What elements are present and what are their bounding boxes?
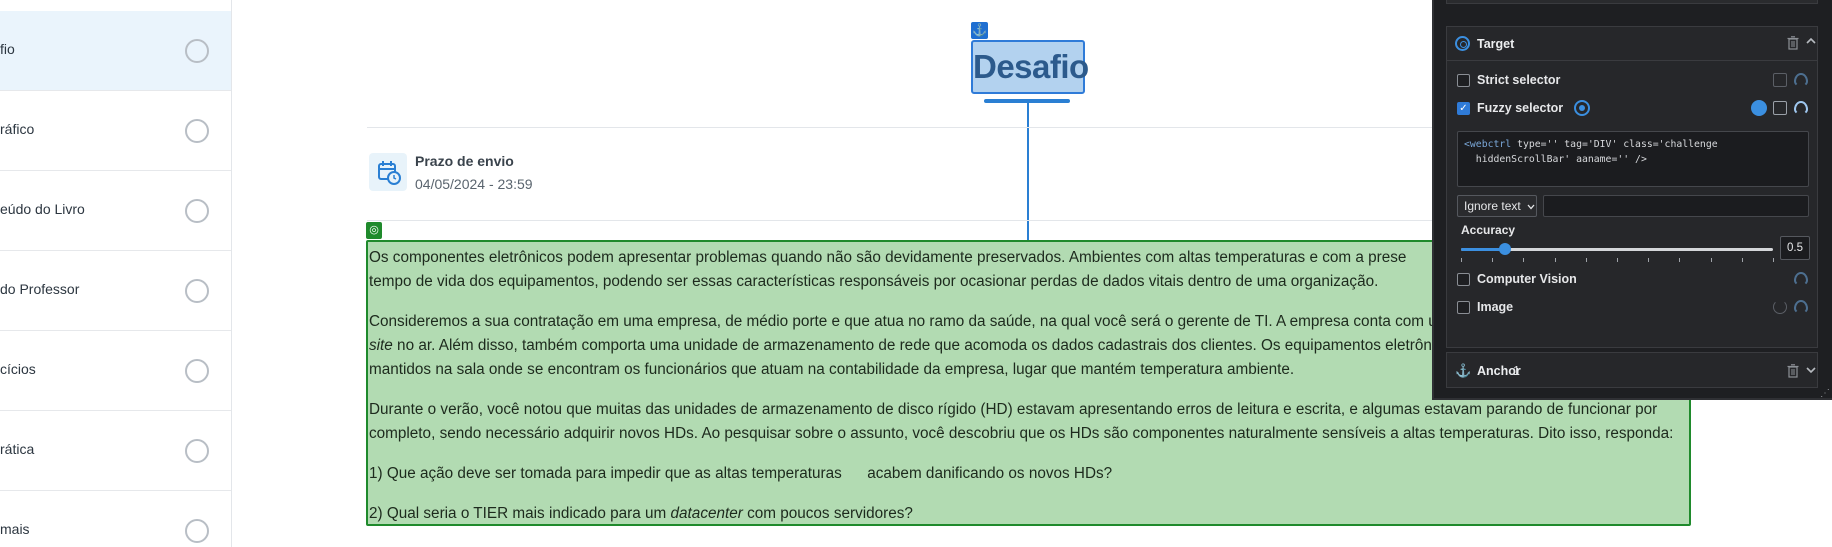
progress-circle-icon (185, 359, 209, 383)
anchor-count: 1 (1513, 364, 1520, 378)
grid-icon[interactable] (1751, 100, 1767, 116)
fuzzy-selector-row: ✓ Fuzzy selector (1457, 98, 1809, 120)
lesson-sidebar: fio ráfico eúdo do Livro do Professor cí… (0, 0, 232, 547)
copy-icon[interactable] (1773, 73, 1787, 87)
progress-circle-icon (185, 39, 209, 63)
computer-vision-label: Computer Vision (1477, 272, 1577, 286)
divider (367, 220, 1435, 221)
progress-circle-icon (185, 119, 209, 143)
sidebar-item-label: mais (0, 521, 30, 537)
copy-icon[interactable] (1773, 101, 1787, 115)
accuracy-ticks (1461, 258, 1774, 263)
challenge-question: 1) Que ação deve ser tomada para impedir… (369, 465, 1113, 482)
resize-grip-icon[interactable]: ⋰ (1820, 388, 1830, 399)
progress-circle-icon (185, 199, 209, 223)
page-title: Desafio (973, 48, 1089, 85)
previous-section (1446, 0, 1818, 4)
eye-icon[interactable] (1794, 272, 1808, 286)
deadline-value: 04/05/2024 - 23:59 (415, 176, 533, 192)
deadline-label: Prazo de envio (415, 153, 514, 169)
slider-tick (1461, 258, 1462, 262)
target-icon[interactable] (1574, 100, 1590, 116)
target-marker-icon: ◎ (366, 222, 382, 239)
ignore-text-dropdown[interactable]: Ignore text (1457, 195, 1537, 217)
anchor-section[interactable]: ⚓ Anchor 1 (1446, 352, 1818, 388)
trash-icon[interactable] (1787, 364, 1799, 378)
sidebar-item-label: ráfico (0, 121, 35, 137)
target-section-header[interactable]: Target (1447, 27, 1817, 61)
anchor-highlight[interactable]: Desafio (971, 40, 1089, 94)
anchor-icon: ⚓ (1455, 363, 1472, 378)
strict-selector-label: Strict selector (1477, 73, 1561, 87)
challenge-paragraph: Durante o verão, você notou que muitas d… (369, 401, 1674, 442)
slider-tick (1648, 258, 1650, 262)
accuracy-label: Accuracy (1461, 223, 1516, 237)
sidebar-item-label: fio (0, 41, 15, 57)
selector-inspector-panel: Target Strict selector ✓ Fuzzy selector (1432, 0, 1832, 400)
eye-icon[interactable] (1794, 300, 1808, 314)
slider-tick (1492, 258, 1494, 262)
fuzzy-selector-label: Fuzzy selector (1477, 101, 1564, 115)
refresh-icon[interactable] (1773, 300, 1787, 314)
sidebar-item-conteudo-livro[interactable]: eúdo do Livro (0, 171, 231, 251)
slider-tick (1710, 258, 1712, 262)
chevron-up-icon[interactable] (1805, 35, 1817, 50)
slider-tick (1679, 258, 1681, 262)
eye-icon[interactable] (1794, 73, 1808, 87)
eye-icon[interactable] (1794, 101, 1808, 115)
section-title: Target (1477, 37, 1515, 51)
calendar-clock-icon (369, 153, 407, 191)
sidebar-item-na-pratica[interactable]: rática (0, 411, 231, 491)
sidebar-item-infografico[interactable]: ráfico (0, 91, 231, 171)
target-section: Target Strict selector ✓ Fuzzy selector (1446, 26, 1818, 348)
sidebar-item-label: do Professor (0, 281, 80, 297)
fuzzy-selector-checkbox[interactable]: ✓ (1457, 102, 1470, 115)
trash-icon[interactable] (1787, 36, 1799, 50)
accuracy-slider-handle[interactable] (1498, 243, 1511, 255)
slider-tick (1554, 258, 1556, 262)
strict-selector-row: Strict selector (1457, 70, 1809, 92)
computer-vision-row: Computer Vision (1457, 269, 1809, 291)
slider-tick (1523, 258, 1525, 262)
strict-selector-checkbox[interactable] (1457, 74, 1470, 87)
anchor-marker-icon: ⚓ (971, 22, 988, 39)
chevron-down-icon (1527, 204, 1535, 210)
image-label: Image (1477, 300, 1514, 314)
slider-tick (1617, 258, 1618, 262)
image-checkbox[interactable] (1457, 301, 1470, 314)
sidebar-item-label: eúdo do Livro (0, 201, 85, 217)
progress-circle-icon (185, 519, 209, 543)
slider-tick (1741, 258, 1743, 262)
slider-tick (1585, 258, 1587, 262)
progress-circle-icon (185, 279, 209, 303)
sidebar-item-label: rática (0, 441, 35, 457)
challenge-question: 2) Qual seria o TIER mais indicado para … (369, 505, 913, 522)
divider (367, 127, 1435, 128)
chevron-down-icon[interactable] (1805, 364, 1817, 379)
target-icon (1455, 36, 1470, 51)
progress-circle-icon (185, 439, 209, 463)
image-row: Image (1457, 297, 1809, 319)
sidebar-item-saiba-mais[interactable]: mais (0, 491, 231, 547)
sidebar-item-desafio[interactable]: fio (0, 11, 231, 91)
ignore-text-input[interactable] (1543, 195, 1809, 217)
accuracy-value-input[interactable]: 0.5 (1780, 236, 1810, 260)
sidebar-item-exercicios[interactable]: cícios (0, 331, 231, 411)
sidebar-item-dica-professor[interactable]: do Professor (0, 251, 231, 331)
sidebar-item-label: cícios (0, 361, 36, 377)
selector-code-editor[interactable]: <webctrl type='' tag='DIV' class='challe… (1457, 131, 1809, 187)
computer-vision-checkbox[interactable] (1457, 273, 1470, 286)
app-window: fio ráfico eúdo do Livro do Professor cí… (0, 0, 1832, 547)
slider-tick (1773, 258, 1774, 262)
